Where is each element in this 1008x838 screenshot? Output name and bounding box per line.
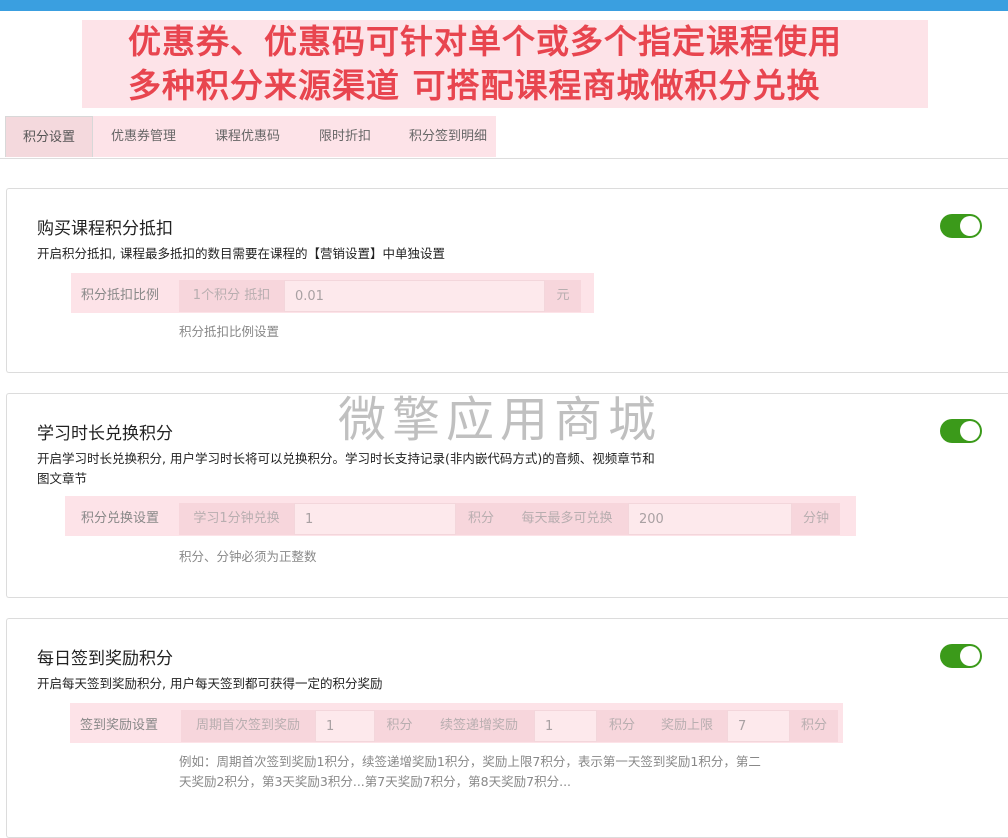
tab-signin-details[interactable]: 积分签到明细 bbox=[409, 116, 487, 157]
signin-help-line-1: 例如：周期首次签到奖励1积分，续签递增奖励1积分，奖励上限7积分，表示第一天签到… bbox=[179, 754, 761, 769]
signin-inc-label: 续签递增奖励 bbox=[424, 710, 534, 742]
deduction-input-group: 积分抵扣比例 1个积分 抵扣 0.01 元 bbox=[71, 273, 594, 313]
signin-first-label: 周期首次签到奖励 bbox=[181, 710, 315, 742]
deduction-title: 购买课程积分抵扣 bbox=[37, 219, 173, 239]
study-unit-minutes: 分钟 bbox=[792, 503, 840, 535]
watermark: 微擎应用商城 bbox=[338, 392, 663, 448]
toggle-knob bbox=[960, 421, 980, 441]
study-points-input[interactable]: 1 bbox=[294, 503, 456, 535]
deduction-ratio-input[interactable]: 0.01 bbox=[284, 280, 545, 312]
signin-help-line-2: 天奖励2积分，第3天奖励3积分...第7天奖励7积分，第8天奖励7积分... bbox=[179, 774, 572, 789]
deduction-help: 积分抵扣比例设置 bbox=[179, 324, 280, 339]
study-label: 积分兑换设置 bbox=[81, 511, 160, 526]
deduction-panel: 购买课程积分抵扣 开启积分抵扣, 课程最多抵扣的数目需要在课程的【营销设置】中单… bbox=[6, 188, 1008, 373]
toggle-knob bbox=[960, 646, 980, 666]
study-title: 学习时长兑换积分 bbox=[37, 424, 173, 444]
banner-line-2: 多种积分来源渠道 可搭配课程商城做积分兑换 bbox=[128, 66, 821, 105]
study-max-minutes-input[interactable]: 200 bbox=[628, 503, 792, 535]
study-desc-line-1: 开启学习时长兑换积分, 用户学习时长将可以兑换积分。学习时长支持记录(非内嵌代码… bbox=[37, 451, 655, 466]
signin-max-label: 奖励上限 bbox=[647, 710, 727, 742]
deduction-suffix: 元 bbox=[545, 280, 581, 312]
signin-inc-input[interactable]: 1 bbox=[534, 710, 597, 742]
signin-unit-3: 积分 bbox=[790, 710, 838, 742]
deduction-prefix: 1个积分 抵扣 bbox=[179, 280, 284, 312]
tab-course-promo-code[interactable]: 课程优惠码 bbox=[215, 116, 280, 157]
study-prefix: 学习1分钟兑换 bbox=[179, 503, 294, 535]
study-toggle[interactable] bbox=[940, 419, 982, 443]
signin-max-input[interactable]: 7 bbox=[727, 710, 790, 742]
study-desc-line-2: 图文章节 bbox=[37, 471, 88, 486]
deduction-desc: 开启积分抵扣, 课程最多抵扣的数目需要在课程的【营销设置】中单独设置 bbox=[37, 246, 445, 261]
signin-panel: 每日签到奖励积分 开启每天签到奖励积分, 用户每天签到都可获得一定的积分奖励 签… bbox=[6, 618, 1008, 838]
signin-input-group: 签到奖励设置 周期首次签到奖励 1 积分 续签递增奖励 1 积分 奖励上限 7 … bbox=[70, 703, 843, 743]
study-input-group: 积分兑换设置 学习1分钟兑换 1 积分 每天最多可兑换 200 分钟 bbox=[65, 496, 856, 536]
deduction-label: 积分抵扣比例 bbox=[81, 288, 160, 303]
signin-unit-1: 积分 bbox=[375, 710, 424, 742]
study-help: 积分、分钟必须为正整数 bbox=[179, 549, 317, 564]
promo-banner: 优惠券、优惠码可针对单个或多个指定课程使用 多种积分来源渠道 可搭配课程商城做积… bbox=[82, 20, 928, 108]
signin-title: 每日签到奖励积分 bbox=[37, 649, 173, 669]
banner-line-1: 优惠券、优惠码可针对单个或多个指定课程使用 bbox=[128, 22, 842, 61]
study-max-label: 每天最多可兑换 bbox=[506, 503, 628, 535]
signin-first-input[interactable]: 1 bbox=[315, 710, 375, 742]
toggle-knob bbox=[960, 216, 980, 236]
signin-unit-2: 积分 bbox=[597, 710, 647, 742]
signin-toggle[interactable] bbox=[940, 644, 982, 668]
signin-label: 签到奖励设置 bbox=[80, 718, 159, 733]
tab-points-settings[interactable]: 积分设置 bbox=[5, 116, 93, 157]
deduction-toggle[interactable] bbox=[940, 214, 982, 238]
signin-desc: 开启每天签到奖励积分, 用户每天签到都可获得一定的积分奖励 bbox=[37, 676, 383, 691]
tab-bar: 积分设置 优惠券管理 课程优惠码 限时折扣 积分签到明细 bbox=[0, 116, 1008, 159]
top-bar bbox=[0, 0, 1008, 11]
tab-limited-discount[interactable]: 限时折扣 bbox=[319, 116, 371, 157]
tab-coupon-management[interactable]: 优惠券管理 bbox=[111, 116, 176, 157]
study-unit-points: 积分 bbox=[456, 503, 506, 535]
